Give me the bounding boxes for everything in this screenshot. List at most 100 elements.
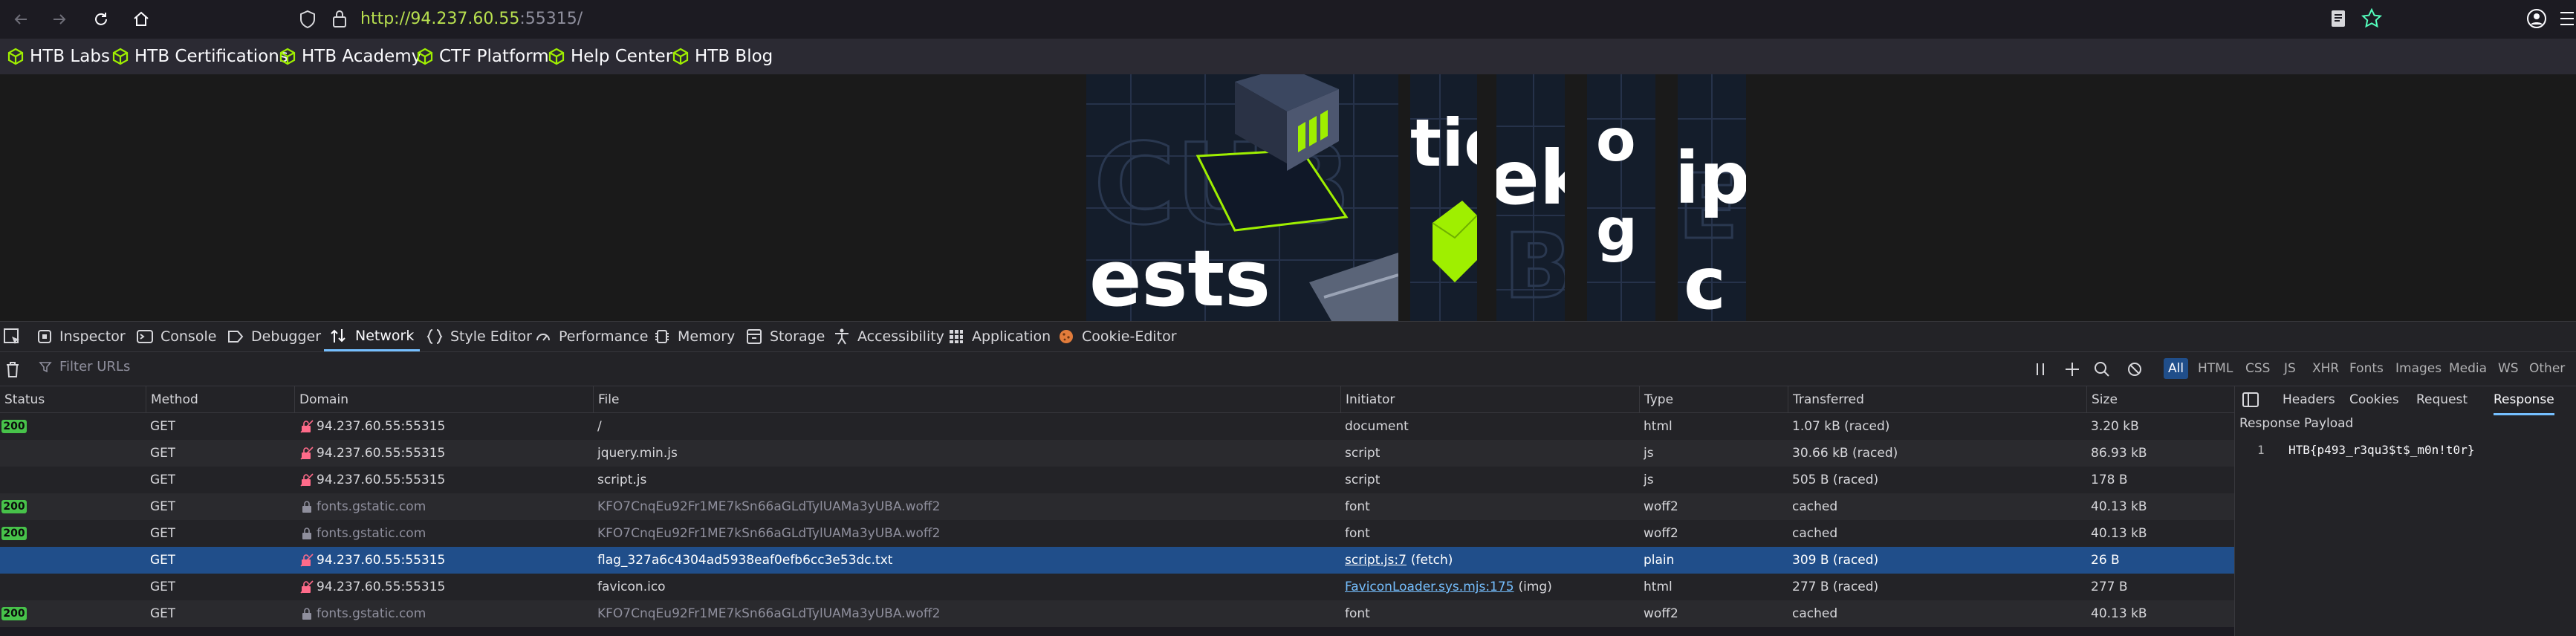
table-row[interactable]: GET 94.237.60.55:55315 favicon.ico FaviconL… xyxy=(0,574,2234,600)
filter-other[interactable]: Other xyxy=(2525,358,2569,379)
side-tab-headers[interactable]: Headers xyxy=(2283,386,2335,413)
table-row[interactable]: 200 GET fonts.gstatic.com KFO7CnqEu92Fr1ME7… xyxy=(0,520,2234,547)
column-initiator[interactable]: Initiator xyxy=(1340,386,1639,413)
filter-all[interactable]: All xyxy=(2164,358,2189,379)
cell-domain: 94.237.60.55:55315 xyxy=(317,580,446,594)
cell-domain: fonts.gstatic.com xyxy=(317,606,426,621)
url-scheme: http:// xyxy=(360,10,411,28)
cell-size: 40.13 kB xyxy=(2091,606,2147,621)
image-tile[interactable]: tic xyxy=(1410,74,1477,321)
filter-images[interactable]: Images xyxy=(2391,358,2446,379)
image-tile[interactable]: B ek xyxy=(1496,74,1565,321)
tab-debugger[interactable]: Debugger xyxy=(227,322,321,351)
back-button[interactable] xyxy=(7,6,34,33)
initiator-link[interactable]: FaviconLoader.sys.mjs:175 xyxy=(1345,580,1514,594)
reload-button[interactable] xyxy=(88,6,114,33)
tab-label: Inspector xyxy=(59,328,126,345)
bookmark-htb-labs[interactable]: HTB Labs xyxy=(7,39,110,74)
cell-transferred: cached xyxy=(1792,526,1838,541)
filter-xhr[interactable]: XHR xyxy=(2308,358,2343,379)
tab-network[interactable]: Network xyxy=(324,322,421,351)
tab-cookie-editor[interactable]: Cookie-Editor xyxy=(1058,322,1177,351)
filter-ws[interactable]: WS xyxy=(2494,358,2523,379)
tile-text: ek xyxy=(1496,134,1565,221)
side-tab-request[interactable]: Request xyxy=(2416,386,2468,413)
filter-css[interactable]: CSS xyxy=(2241,358,2274,379)
table-row[interactable]: GET 94.237.60.55:55315 flag_327a6c4304ad59… xyxy=(0,547,2234,574)
block-icon[interactable] xyxy=(2126,361,2143,377)
app-menu-icon[interactable] xyxy=(2559,10,2575,27)
bookmark-htb-blog[interactable]: HTB Blog xyxy=(672,39,773,74)
filter-fonts[interactable]: Fonts xyxy=(2345,358,2388,379)
tab-application[interactable]: Application xyxy=(948,322,1051,351)
tab-style-editor[interactable]: Style Editor xyxy=(426,322,532,351)
filter-urls-input[interactable]: Filter URLs xyxy=(39,359,130,374)
table-row[interactable]: GET 94.237.60.55:55315 script.js script js 50… xyxy=(0,467,2234,493)
filter-icon xyxy=(39,361,52,372)
image-tile[interactable]: E ip c xyxy=(1678,74,1746,321)
table-row[interactable]: 200 GET 94.237.60.55:55315 / document html 1.0… xyxy=(0,413,2234,440)
lock-icon xyxy=(302,528,311,539)
cell-domain: 94.237.60.55:55315 xyxy=(317,473,446,487)
status-badge: 200 xyxy=(1,500,27,513)
tracking-protection-icon[interactable] xyxy=(299,10,317,29)
column-size[interactable]: Size xyxy=(2086,386,2234,413)
tab-performance[interactable]: Performance xyxy=(535,322,648,351)
cell-file: jquery.min.js xyxy=(597,446,678,461)
bookmark-htb-certifications[interactable]: HTB Certifications xyxy=(112,39,288,74)
url-bar[interactable]: http://94.237.60.55:55315/ xyxy=(360,8,583,30)
column-type[interactable]: Type xyxy=(1639,386,1788,413)
request-details-panel: Headers Cookies Request Response Respons… xyxy=(2234,386,2576,636)
initiator-link[interactable]: script.js:7 xyxy=(1345,553,1407,568)
cell-type: woff2 xyxy=(1644,526,1678,541)
cell-method: GET xyxy=(150,473,176,487)
bookmark-star-icon[interactable] xyxy=(2361,8,2382,29)
side-tab-response[interactable]: Response xyxy=(2494,386,2554,415)
response-payload-text[interactable]: HTB{p493_r3qu3$t$_m0n!t0r} xyxy=(2288,443,2474,457)
trash-icon[interactable] xyxy=(4,360,21,378)
column-domain[interactable]: Domain xyxy=(294,386,593,413)
add-icon[interactable] xyxy=(2064,361,2080,377)
home-button[interactable] xyxy=(128,6,155,33)
filter-media[interactable]: Media xyxy=(2444,358,2491,379)
tab-memory[interactable]: Memory xyxy=(654,322,735,351)
cell-initiator: font xyxy=(1345,606,1370,621)
tab-storage[interactable]: Storage xyxy=(746,322,825,351)
bookmark-ctf-platform[interactable]: CTF Platform xyxy=(417,39,549,74)
filter-html[interactable]: HTML xyxy=(2193,358,2237,379)
table-row[interactable]: 200 GET fonts.gstatic.com KFO7CnqEu92Fr1ME7… xyxy=(0,493,2234,520)
column-transferred[interactable]: Transferred xyxy=(1788,386,2086,413)
url-port: :55315/ xyxy=(519,10,583,28)
table-row[interactable]: 200 GET fonts.gstatic.com KFO7CnqEu92Fr1ME7… xyxy=(0,600,2234,627)
pause-icon[interactable] xyxy=(2033,361,2048,377)
table-row[interactable]: GET 94.237.60.55:55315 jquery.min.js script… xyxy=(0,440,2234,467)
element-picker-icon[interactable] xyxy=(3,328,22,347)
account-icon[interactable] xyxy=(2526,8,2547,29)
search-icon[interactable] xyxy=(2094,361,2110,377)
forward-button[interactable] xyxy=(46,6,73,33)
column-file[interactable]: File xyxy=(593,386,1340,413)
cell-type: html xyxy=(1644,580,1673,594)
tab-console[interactable]: Console xyxy=(137,322,216,351)
lock-icon xyxy=(302,501,311,513)
bookmark-help-center[interactable]: Help Center xyxy=(548,39,672,74)
bookmark-htb-academy[interactable]: HTB Academy xyxy=(279,39,421,74)
side-tab-cookies[interactable]: Cookies xyxy=(2349,386,2399,413)
lock-icon[interactable] xyxy=(331,9,348,28)
htb-cube-icon xyxy=(279,48,296,65)
toggle-panel-icon[interactable] xyxy=(2242,392,2259,407)
column-status[interactable]: Status xyxy=(0,386,146,413)
tab-label: Accessibility xyxy=(857,328,944,345)
filter-js[interactable]: JS xyxy=(2280,358,2300,379)
reader-view-icon[interactable] xyxy=(2330,9,2346,28)
tab-accessibility[interactable]: Accessibility xyxy=(834,322,944,351)
cell-size: 3.20 kB xyxy=(2091,419,2139,434)
tab-inspector[interactable]: Inspector xyxy=(37,322,126,351)
image-tile[interactable]: CUB ests xyxy=(1086,74,1398,321)
column-method[interactable]: Method xyxy=(146,386,294,413)
cell-type: woff2 xyxy=(1644,499,1678,514)
image-tile[interactable]: o g xyxy=(1587,74,1655,321)
cell-transferred: cached xyxy=(1792,606,1838,621)
network-icon xyxy=(331,328,345,343)
bookmark-label: HTB Certifications xyxy=(134,47,288,66)
